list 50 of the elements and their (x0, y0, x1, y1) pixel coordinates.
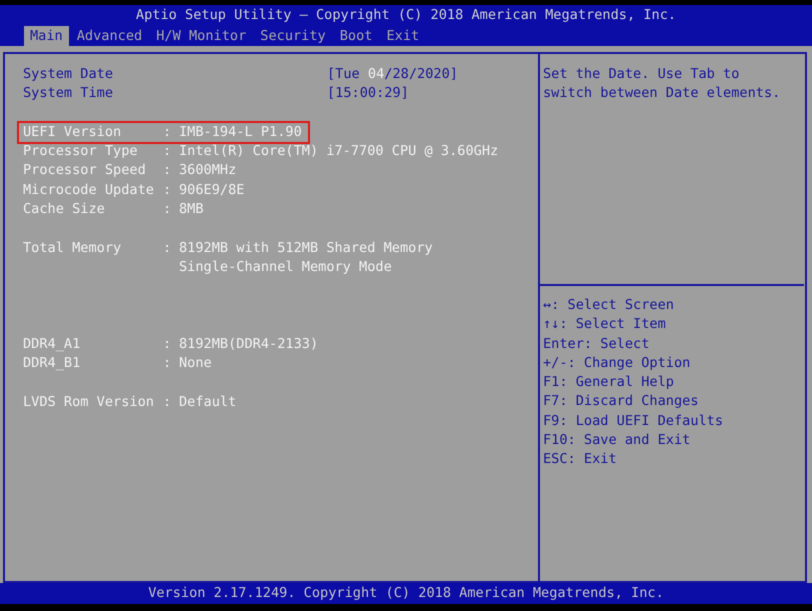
info-label: Microcode Update (23, 180, 155, 200)
colon: : (163, 238, 172, 258)
menu-tab[interactable]: H/W Monitor (150, 26, 252, 46)
key-hint: +/-: Change Option (543, 354, 692, 373)
key-hint: F10: Save and Exit (543, 431, 692, 450)
info-value: 8192MB(DDR4-2133) (179, 335, 318, 354)
key-hint: ESC: Exit (543, 450, 618, 470)
menu-tab[interactable]: Main (24, 26, 69, 46)
colon: : (163, 200, 172, 220)
info-label: LVDS Rom Version (23, 393, 155, 412)
info-value: 8MB (179, 200, 204, 220)
version-footer: Version 2.17.1249. Copyright (C) 2018 American Megatrends, Inc. (0, 583, 812, 604)
setting-value[interactable]: [Tue 04/28/2020] (327, 65, 458, 84)
info-value: Intel(R) Core(TM) i7-7700 CPU @ 3.60GHz (179, 142, 498, 162)
key-hint: F1: General Help (543, 373, 675, 392)
info-label: Cache Size (23, 200, 106, 220)
key-hint: ↔: Select Screen (543, 296, 675, 315)
setting-value[interactable]: [15:00:29] (327, 84, 409, 104)
info-value: None (179, 354, 212, 374)
info-label: DDR4_A1 (23, 335, 82, 354)
colon: : (163, 122, 172, 142)
info-label: UEFI Version (23, 122, 122, 142)
menu-tab[interactable]: Exit (380, 26, 426, 46)
window-title: Aptio Setup Utility – Copyright (C) 2018 American Megatrends, Inc. (136, 6, 676, 25)
info-value: Default (179, 393, 236, 412)
colon: : (163, 161, 172, 180)
colon: : (163, 335, 172, 354)
menu-tab[interactable]: Boot (334, 26, 378, 46)
key-hint: F9: Load UEFI Defaults (543, 412, 724, 431)
colon: : (163, 142, 172, 162)
key-hint: Enter: Select (543, 334, 650, 354)
info-value: Single-Channel Memory Mode (179, 258, 392, 277)
info-value: 906E9/8E (179, 180, 244, 200)
colon: : (163, 180, 172, 200)
colon: : (163, 393, 172, 412)
info-label: DDR4_B1 (23, 354, 82, 374)
menu-tab[interactable]: Advanced (70, 26, 148, 46)
colon: : (163, 354, 172, 374)
setting-label[interactable]: System Date (23, 65, 327, 84)
setting-label[interactable]: System Time (23, 84, 327, 104)
info-label: Total Memory (23, 238, 122, 258)
info-label: Processor Type (23, 142, 139, 162)
key-hint: ↑↓: Select Item (543, 315, 667, 334)
info-label: Processor Speed (23, 161, 147, 180)
info-value: 3600MHz (179, 161, 236, 180)
info-value: IMB-194-L P1.90 (179, 122, 302, 142)
info-value: 8192MB with 512MB Shared Memory (179, 238, 433, 258)
menu-tab[interactable]: Security (254, 26, 332, 46)
help-text: Set the Date. Use Tab to switch between Date elements. (540, 54, 804, 286)
key-hint: F7: Discard Changes (543, 392, 700, 412)
